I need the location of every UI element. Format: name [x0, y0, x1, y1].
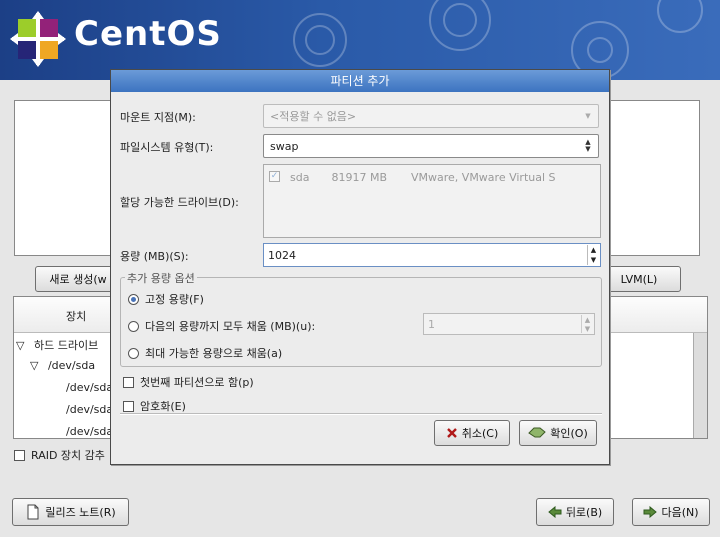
arrow-right-icon — [643, 506, 658, 518]
cancel-button[interactable]: 취소(C) — [434, 420, 510, 446]
option-fill-max[interactable]: 최대 가능한 용량으로 채움(a) — [128, 345, 282, 361]
tree-label: /dev/sda — [66, 425, 114, 438]
fill-upto-label: 다음의 용량까지 모두 채움 (MB)(u): — [145, 320, 316, 333]
allowable-drives-label: 할당 가능한 드라이브(D): — [120, 196, 239, 209]
dialog-separator — [120, 413, 602, 415]
spin-arrows-icon[interactable]: ▲ ▼ — [587, 245, 599, 265]
cancel-x-icon — [446, 428, 457, 438]
option-fixed-size[interactable]: 고정 용량(F) — [128, 291, 204, 307]
ok-button[interactable]: 확인(O) — [519, 420, 597, 446]
fixed-size-radio[interactable] — [128, 293, 139, 305]
hide-raid-checkbox[interactable] — [14, 449, 25, 461]
new-partition-button[interactable]: 새로 생성(w — [35, 266, 121, 292]
banner-swirl-decoration — [293, 0, 703, 79]
tree-row-partition[interactable]: /dev/sda — [66, 381, 113, 394]
size-options-legend: 추가 용량 옵션 — [125, 270, 197, 286]
hide-raid-option[interactable]: RAID 장치 감추 — [14, 447, 105, 463]
filesystem-type-value: swap — [270, 139, 299, 153]
tree-scrollbar[interactable] — [693, 333, 707, 438]
tree-label: /dev/sda — [66, 403, 114, 416]
tree-row-partition[interactable]: /dev/sda — [66, 403, 113, 416]
mount-point-combo[interactable]: <적용할 수 없음> ▼ — [263, 104, 599, 128]
ok-label: 확인(O) — [550, 427, 588, 440]
back-label: 뒤로(B) — [565, 506, 603, 519]
fill-max-label: 최대 가능한 용량으로 채움(a) — [145, 347, 283, 360]
updown-arrow-icon: ▲ ▼ — [585, 138, 591, 153]
tree-row-partition[interactable]: /dev/sda — [66, 425, 113, 438]
next-button[interactable]: 다음(N) — [632, 498, 710, 526]
encrypt-checkbox[interactable] — [123, 400, 134, 412]
expander-down-icon: ▽ — [30, 359, 39, 372]
fill-upto-value: 1 — [428, 317, 435, 331]
size-value: 1024 — [268, 248, 296, 262]
drive-name: sda — [290, 171, 310, 184]
dropdown-arrow-icon: ▼ — [585, 111, 591, 120]
ok-hand-icon — [528, 427, 546, 438]
mount-point-label: 마운트 지점(M): — [120, 111, 196, 124]
force-primary-label: 첫번째 파티션으로 함(p) — [140, 376, 254, 389]
fill-upto-spinbox[interactable]: 1 ▲ ▼ — [423, 313, 595, 335]
back-button[interactable]: 뒤로(B) — [536, 498, 614, 526]
release-notes-label: 릴리즈 노트(R) — [45, 506, 116, 519]
encrypt-option[interactable]: 암호화(E) — [123, 398, 186, 414]
next-label: 다음(N) — [661, 506, 699, 519]
fill-upto-radio[interactable] — [128, 320, 139, 332]
allowable-drives-list[interactable]: ✓ sda 81917 MB VMware, VMware Virtual S — [263, 164, 601, 238]
cancel-label: 취소(C) — [461, 427, 499, 440]
header-banner: CentOS — [0, 0, 720, 80]
tree-label: /dev/sda — [47, 359, 96, 372]
new-partition-label: 새로 생성(w — [49, 273, 107, 286]
option-fill-upto[interactable]: 다음의 용량까지 모두 채움 (MB)(u): — [128, 318, 315, 334]
mount-point-value: <적용할 수 없음> — [270, 110, 357, 123]
dialog-title: 파티션 추가 — [111, 70, 609, 92]
force-primary-checkbox[interactable] — [123, 376, 134, 388]
tree-row-hard-drives[interactable]: ▽ 하드 드라이브 — [16, 337, 98, 353]
fixed-size-label: 고정 용량(F) — [145, 293, 204, 306]
force-primary-option[interactable]: 첫번째 파티션으로 함(p) — [123, 374, 254, 390]
release-notes-button[interactable]: 릴리즈 노트(R) — [12, 498, 129, 526]
spin-arrows-icon[interactable]: ▲ ▼ — [581, 315, 593, 333]
centos-logo-text: CentOS — [74, 14, 222, 54]
document-icon — [27, 504, 39, 520]
encrypt-label: 암호화(E) — [140, 400, 186, 413]
filesystem-type-select[interactable]: swap ▲ ▼ — [263, 134, 599, 158]
column-device: 장치 — [66, 310, 87, 323]
fill-max-radio[interactable] — [128, 347, 139, 359]
drive-sda-checkbox[interactable]: ✓ — [269, 171, 280, 182]
tree-label: 하드 드라이브 — [33, 339, 99, 352]
drive-model: VMware, VMware Virtual S — [411, 171, 556, 184]
drive-size: 81917 MB — [331, 171, 387, 184]
size-label: 용량 (MB)(S): — [120, 250, 189, 263]
size-spinbox[interactable]: 1024 ▲ ▼ — [263, 243, 601, 267]
centos-logo-icon — [10, 11, 66, 67]
lvm-label: LVM(L) — [620, 272, 658, 286]
hide-raid-label: RAID 장치 감추 — [31, 449, 105, 462]
filesystem-type-label: 파일시스템 유형(T): — [120, 141, 214, 154]
add-partition-dialog: 파티션 추가 마운트 지점(M): <적용할 수 없음> ▼ 파일시스템 유형(… — [110, 69, 610, 465]
tree-row-dev-sda[interactable]: ▽ /dev/sda — [30, 359, 95, 372]
tree-label: /dev/sda — [66, 381, 114, 394]
expander-down-icon: ▽ — [16, 339, 25, 352]
drive-row-sda[interactable]: ✓ sda 81917 MB VMware, VMware Virtual S — [269, 171, 556, 184]
arrow-left-icon — [548, 506, 562, 518]
